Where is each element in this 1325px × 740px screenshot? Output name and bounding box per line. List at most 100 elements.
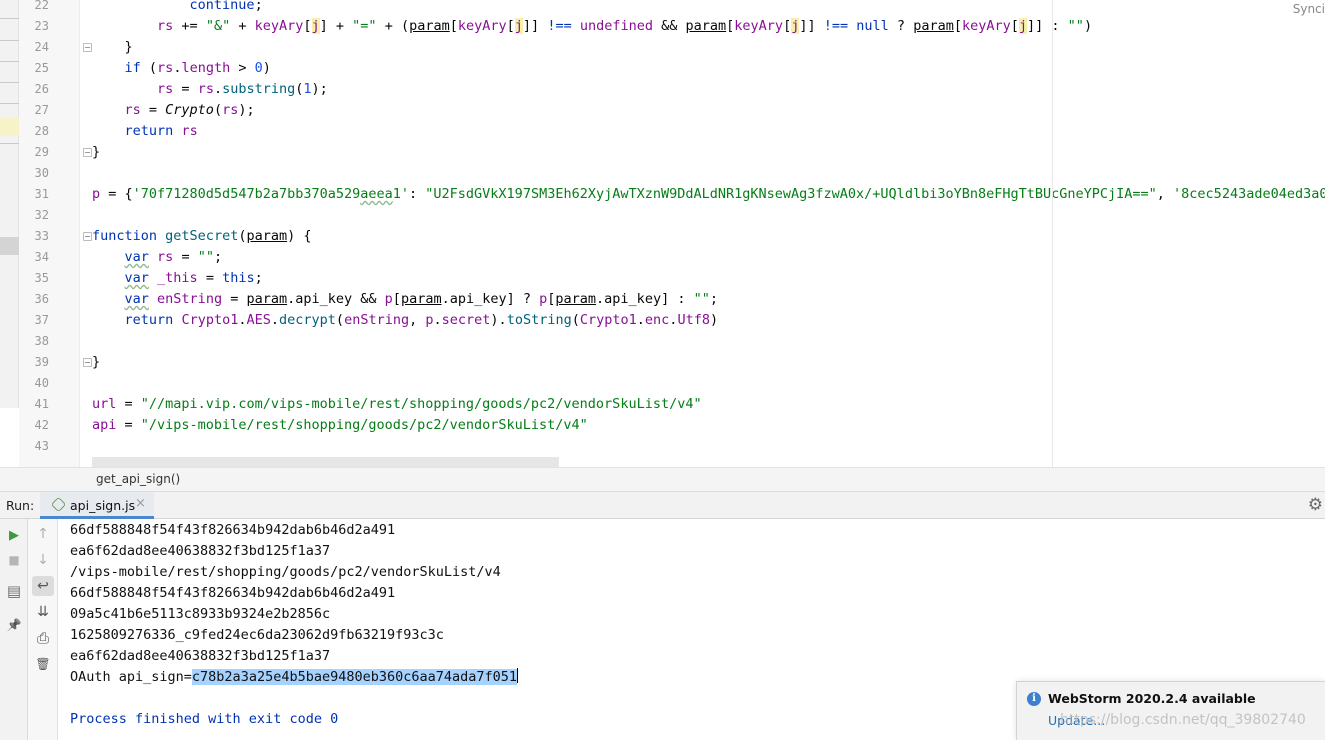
gear-icon[interactable]: ⚙: [1308, 495, 1323, 515]
horizontal-scrollbar[interactable]: [92, 457, 559, 467]
code-token: substring: [222, 81, 296, 97]
code-token: length: [181, 60, 231, 76]
soft-wrap-icon[interactable]: ↩: [32, 576, 54, 596]
code-token: [: [506, 18, 515, 34]
code-token: param: [685, 18, 727, 34]
line-number: 33: [34, 229, 49, 243]
notification-title: WebStorm 2020.2.4 available: [1048, 691, 1256, 706]
line-number: 39: [34, 355, 49, 369]
pin-icon[interactable]: 📌: [3, 615, 25, 635]
code-token: "": [693, 291, 710, 307]
code-token: rs: [157, 249, 174, 265]
close-icon[interactable]: ×: [135, 496, 146, 511]
layout-icon[interactable]: ▤: [3, 581, 25, 601]
fold-marker-icon[interactable]: [83, 43, 92, 52]
line-number: 30: [34, 166, 49, 180]
console-toolbar: ↑ ↓ ↩ ⇊ ⎙ 🗑: [28, 519, 58, 740]
api-sign-prefix: OAuth api_sign=: [70, 669, 192, 685]
exit-line: Process finished with exit code 0: [70, 711, 339, 727]
code-token: }: [92, 39, 133, 55]
code-line: if (rs.length > 0): [92, 58, 271, 79]
code-token: "": [197, 249, 214, 265]
code-token: =: [173, 81, 198, 97]
code-token: '8cec5243ade04ed3a02c: [1173, 186, 1325, 202]
code-token: [: [392, 291, 401, 307]
api-sign-value[interactable]: c78b2a3a25e4b5bae9480eb360c6aa74ada7f051: [191, 669, 518, 685]
code-token: +: [230, 18, 255, 34]
line-number: 27: [34, 103, 49, 117]
code-token: Crypto1: [181, 312, 239, 328]
code-token: url: [92, 396, 117, 412]
fold-marker-icon[interactable]: [83, 148, 92, 157]
code-token: function: [92, 228, 158, 244]
code-token: [: [449, 18, 458, 34]
arrow-up-icon[interactable]: ↑: [32, 524, 54, 544]
code-editor[interactable]: continue; rs += "&" + keyAry[j] + "=" + …: [92, 0, 1325, 467]
code-line: var _this = this;: [92, 268, 263, 289]
right-margin-guide: [1052, 0, 1053, 467]
fold-marker-icon[interactable]: [83, 232, 92, 241]
code-line: api = "/vips-mobile/rest/shopping/goods/…: [92, 415, 588, 436]
code-line: }: [92, 37, 133, 58]
code-token: =: [116, 417, 141, 433]
code-token: param: [555, 291, 597, 307]
scroll-to-end-icon[interactable]: ⇊: [32, 602, 54, 622]
code-token: p: [384, 291, 393, 307]
info-icon: i: [1027, 692, 1041, 706]
code-token: var: [124, 270, 149, 286]
line-number: 35: [34, 271, 49, 285]
code-line: var rs = "";: [92, 247, 223, 268]
code-line: return Crypto1.AES.decrypt(enString, p.s…: [92, 310, 719, 331]
code-line: function getSecret(param) {: [92, 226, 312, 247]
strip-divider: [0, 103, 19, 104]
code-line: return rs: [92, 121, 198, 142]
code-token: [: [303, 18, 312, 34]
fold-marker-icon[interactable]: [83, 358, 92, 367]
rerun-icon[interactable]: ▶: [3, 525, 25, 545]
code-token: 1: [303, 81, 312, 97]
text-caret: [517, 668, 519, 683]
code-token: [: [783, 18, 792, 34]
breadcrumb-item[interactable]: get_api_sign(): [96, 472, 180, 486]
code-token: getSecret: [165, 228, 239, 244]
code-token: (: [335, 312, 345, 328]
nodejs-icon: [50, 496, 67, 513]
code-token: rs: [157, 60, 174, 76]
console-output[interactable]: 66df588848f54f43f826634b942dab6b46d2a491…: [70, 519, 1010, 740]
code-token: if: [124, 60, 141, 76]
code-line: var enString = param.api_key && p[param.…: [92, 289, 718, 310]
code-token: .: [213, 81, 223, 97]
code-token: Crypto1: [579, 312, 637, 328]
code-token: continue: [92, 0, 255, 13]
code-token: ]]: [799, 18, 824, 34]
code-token: keyAry: [961, 18, 1011, 34]
code-token: ) {: [287, 228, 312, 244]
run-toolbar: ▶ ■ ▤ 📌: [0, 519, 28, 740]
trash-icon[interactable]: 🗑: [32, 654, 54, 674]
line-number: 31: [34, 187, 49, 201]
code-token: ;: [709, 291, 718, 307]
code-token: "=": [352, 18, 377, 34]
update-notification: i WebStorm 2020.2.4 available Update...: [1016, 681, 1325, 740]
run-tab-api-sign[interactable]: api_sign.js ×: [40, 492, 154, 519]
code-token: !==: [823, 18, 849, 34]
code-line: rs = Crypto(rs);: [92, 100, 255, 121]
code-token: =: [140, 102, 166, 118]
code-token: "": [1067, 18, 1084, 34]
print-icon[interactable]: ⎙: [32, 628, 54, 648]
code-token: =: [173, 249, 198, 265]
line-number: 26: [34, 82, 49, 96]
code-token: ): [709, 312, 719, 328]
console-line: 1625809276336_c9fed24ec6da23062d9fb63219…: [70, 627, 444, 643]
code-token: Utf8: [677, 312, 710, 328]
stop-icon[interactable]: ■: [3, 550, 25, 570]
console-line: 09a5c41b6e5113c8933b9324e2b2856c: [70, 606, 331, 622]
arrow-down-icon[interactable]: ↓: [32, 550, 54, 570]
line-number: 22: [34, 0, 49, 12]
line-number-gutter: 22 23 24 25 26 27 28 29 30 31 32 33 34 35 36 37 38 39 40 41…: [19, 0, 92, 467]
